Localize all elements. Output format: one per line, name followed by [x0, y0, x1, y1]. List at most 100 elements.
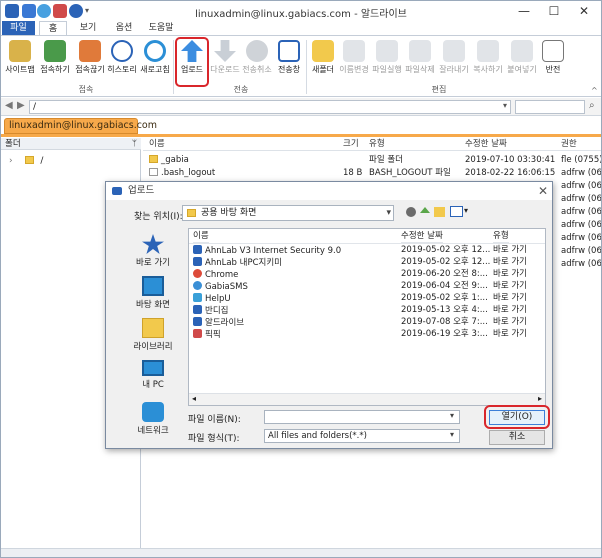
look-in-combo[interactable]: 공용 바탕 화면 ▾ — [182, 205, 394, 221]
column-header-type[interactable]: 유형 — [369, 138, 385, 150]
table-row[interactable]: _gabia 파일 폴더 2019-07-10 03:30:41 fle (07… — [149, 154, 601, 166]
tree-root[interactable]: › / — [9, 155, 43, 167]
new-folder-icon[interactable] — [434, 207, 445, 217]
cancel-button[interactable]: 취소 — [489, 430, 545, 445]
tab-view[interactable]: 보기 — [73, 21, 103, 35]
copy-button[interactable]: 복사하기 — [471, 40, 505, 75]
ahnlab-icon — [193, 245, 202, 254]
connect-button[interactable]: 접속하기 — [38, 40, 72, 75]
column-header-name[interactable]: 이름 — [193, 229, 209, 243]
view-dropdown-icon[interactable]: ▾ — [464, 206, 468, 215]
search-icon[interactable]: ⌕ — [589, 100, 595, 111]
ahnlab-icon — [193, 257, 202, 266]
search-input[interactable] — [515, 100, 585, 114]
scroll-left-icon[interactable]: ◂ — [192, 394, 196, 403]
edit-group-label: 편집 — [431, 85, 447, 94]
delete-file-button[interactable]: 파일삭제 — [404, 40, 436, 75]
list-item[interactable]: AhnLab V3 Internet Security 9.0 2019-05-… — [193, 245, 543, 256]
file-name-input[interactable] — [264, 410, 460, 424]
list-item[interactable]: 픽픽 2019-06-19 오후 3:... 바로 가기 — [193, 329, 543, 340]
paste-button[interactable]: 붙여넣기 — [505, 40, 539, 75]
file-name-dropdown-icon[interactable]: ▾ — [450, 411, 454, 420]
column-header-date[interactable]: 수정한 날짜 — [465, 138, 507, 150]
path-input[interactable]: / — [29, 100, 511, 114]
folder-icon — [187, 209, 196, 217]
view-menu-icon[interactable] — [450, 206, 463, 217]
file-type-dropdown-icon[interactable]: ▾ — [450, 430, 454, 439]
horizontal-scrollbar[interactable]: ◂ ▸ — [189, 393, 545, 405]
file-name-label: 파일 이름(N): — [188, 415, 241, 425]
pin-icon[interactable]: ᛘ — [132, 138, 137, 150]
new-folder-button[interactable]: 새폴더 — [308, 40, 338, 75]
rename-icon — [343, 40, 365, 62]
column-header-perm[interactable]: 권한 — [561, 138, 577, 150]
close-button[interactable]: ✕ — [569, 2, 599, 20]
transfer-group-label: 전송 — [233, 85, 249, 94]
invert-selection-button[interactable]: 반전 — [540, 40, 566, 75]
place-desktop[interactable]: 바탕 화면 — [120, 276, 186, 310]
connection-tab[interactable]: linuxadmin@linux.gabiacs.com — [4, 118, 157, 134]
column-header-type[interactable]: 유형 — [493, 229, 509, 243]
disconnect-button[interactable]: 접속끊기 — [73, 40, 107, 75]
group-separator — [173, 40, 174, 94]
ribbon-tabs: 파일 홈 보기 옵션 도움말 — [1, 21, 601, 36]
table-row[interactable]: .bash_logout 18 B BASH_LOGOUT 파일 2018-02… — [149, 167, 601, 179]
tab-file[interactable]: 파일 — [2, 21, 35, 35]
column-header-date[interactable]: 수정한 날짜 — [401, 229, 443, 243]
scroll-right-icon[interactable]: ▸ — [538, 394, 542, 403]
chevron-down-icon[interactable]: ▾ — [386, 206, 391, 220]
chrome-icon — [193, 269, 202, 278]
up-folder-icon[interactable] — [420, 207, 430, 213]
network-icon — [142, 402, 164, 422]
path-dropdown-icon[interactable]: ▾ — [503, 101, 507, 110]
group-separator — [306, 40, 307, 94]
ribbon: 사이트맵 접속하기 접속끊기 히스토리 새로고침 접속 업로드 다운로드 전송취… — [1, 35, 601, 97]
path-bar: ◀ ▶ / ▾ ⌕ — [1, 98, 601, 116]
place-quick-access[interactable]: 바로 가기 — [120, 234, 186, 268]
place-network[interactable]: 네트워크 — [120, 402, 186, 436]
list-item[interactable]: HelpU 2019-05-02 오후 1:... 바로 가기 — [193, 293, 543, 304]
upload-button[interactable]: 업로드 — [176, 40, 208, 75]
column-header-name[interactable]: 이름 — [149, 138, 165, 150]
sitemap-button[interactable]: 사이트맵 — [3, 40, 37, 75]
file-type-combo[interactable]: All files and folders(*.*) — [264, 429, 460, 443]
tab-help[interactable]: 도움말 — [143, 21, 179, 35]
places-bar: 바로 가기 바탕 화면 라이브러리 내 PC 네트워크 — [120, 234, 186, 436]
maximize-button[interactable]: ☐ — [539, 2, 569, 20]
back-arrow-icon[interactable]: ◀ — [5, 100, 13, 111]
new-folder-icon — [312, 40, 334, 62]
list-item[interactable]: AhnLab 내PC지키미 2019-05-02 오후 12... 바로 가기 — [193, 257, 543, 268]
download-button[interactable]: 다운로드 — [209, 40, 241, 75]
history-button[interactable]: 히스토리 — [107, 40, 137, 75]
rename-button[interactable]: 이름변경 — [338, 40, 370, 75]
open-button[interactable]: 열기(O) — [489, 410, 545, 425]
refresh-ribbon-icon — [144, 40, 166, 62]
ribbon-collapse-icon[interactable]: ^ — [591, 86, 598, 95]
library-icon — [142, 318, 164, 338]
dialog-close-button[interactable]: ✕ — [538, 182, 548, 200]
list-item[interactable]: 반디집 2019-05-13 오후 4:... 바로 가기 — [193, 305, 543, 316]
status-bar — [1, 548, 601, 557]
column-header-size[interactable]: 크기 — [343, 138, 359, 150]
dialog-app-icon — [112, 187, 122, 195]
cancel-transfer-button[interactable]: 전송취소 — [241, 40, 273, 75]
cut-button[interactable]: 잘라내기 — [437, 40, 471, 75]
back-nav-icon[interactable] — [406, 207, 416, 217]
run-file-button[interactable]: 파일실행 — [371, 40, 403, 75]
transfer-window-button[interactable]: 전송창 — [274, 40, 304, 75]
list-item[interactable]: Chrome 2019-06-20 오전 8:... 바로 가기 — [193, 269, 543, 280]
tab-home[interactable]: 홈 — [39, 21, 67, 36]
place-libraries[interactable]: 라이브러리 — [120, 318, 186, 352]
tab-options[interactable]: 옵션 — [109, 21, 139, 35]
checkbox-list-icon — [542, 40, 564, 62]
minimize-button[interactable]: — — [509, 2, 539, 20]
run-file-icon — [376, 40, 398, 62]
forward-arrow-icon[interactable]: ▶ — [17, 100, 25, 111]
refresh-button[interactable]: 새로고침 — [138, 40, 172, 75]
file-icon — [149, 168, 158, 176]
place-this-pc[interactable]: 내 PC — [120, 360, 186, 390]
list-item[interactable]: GabiaSMS 2019-06-04 오전 9:... 바로 가기 — [193, 281, 543, 292]
expand-chevron-icon[interactable]: › — [9, 156, 13, 166]
list-item[interactable]: 알드라이브 2019-07-08 오후 7:... 바로 가기 — [193, 317, 543, 328]
bandizip-icon — [193, 305, 202, 314]
